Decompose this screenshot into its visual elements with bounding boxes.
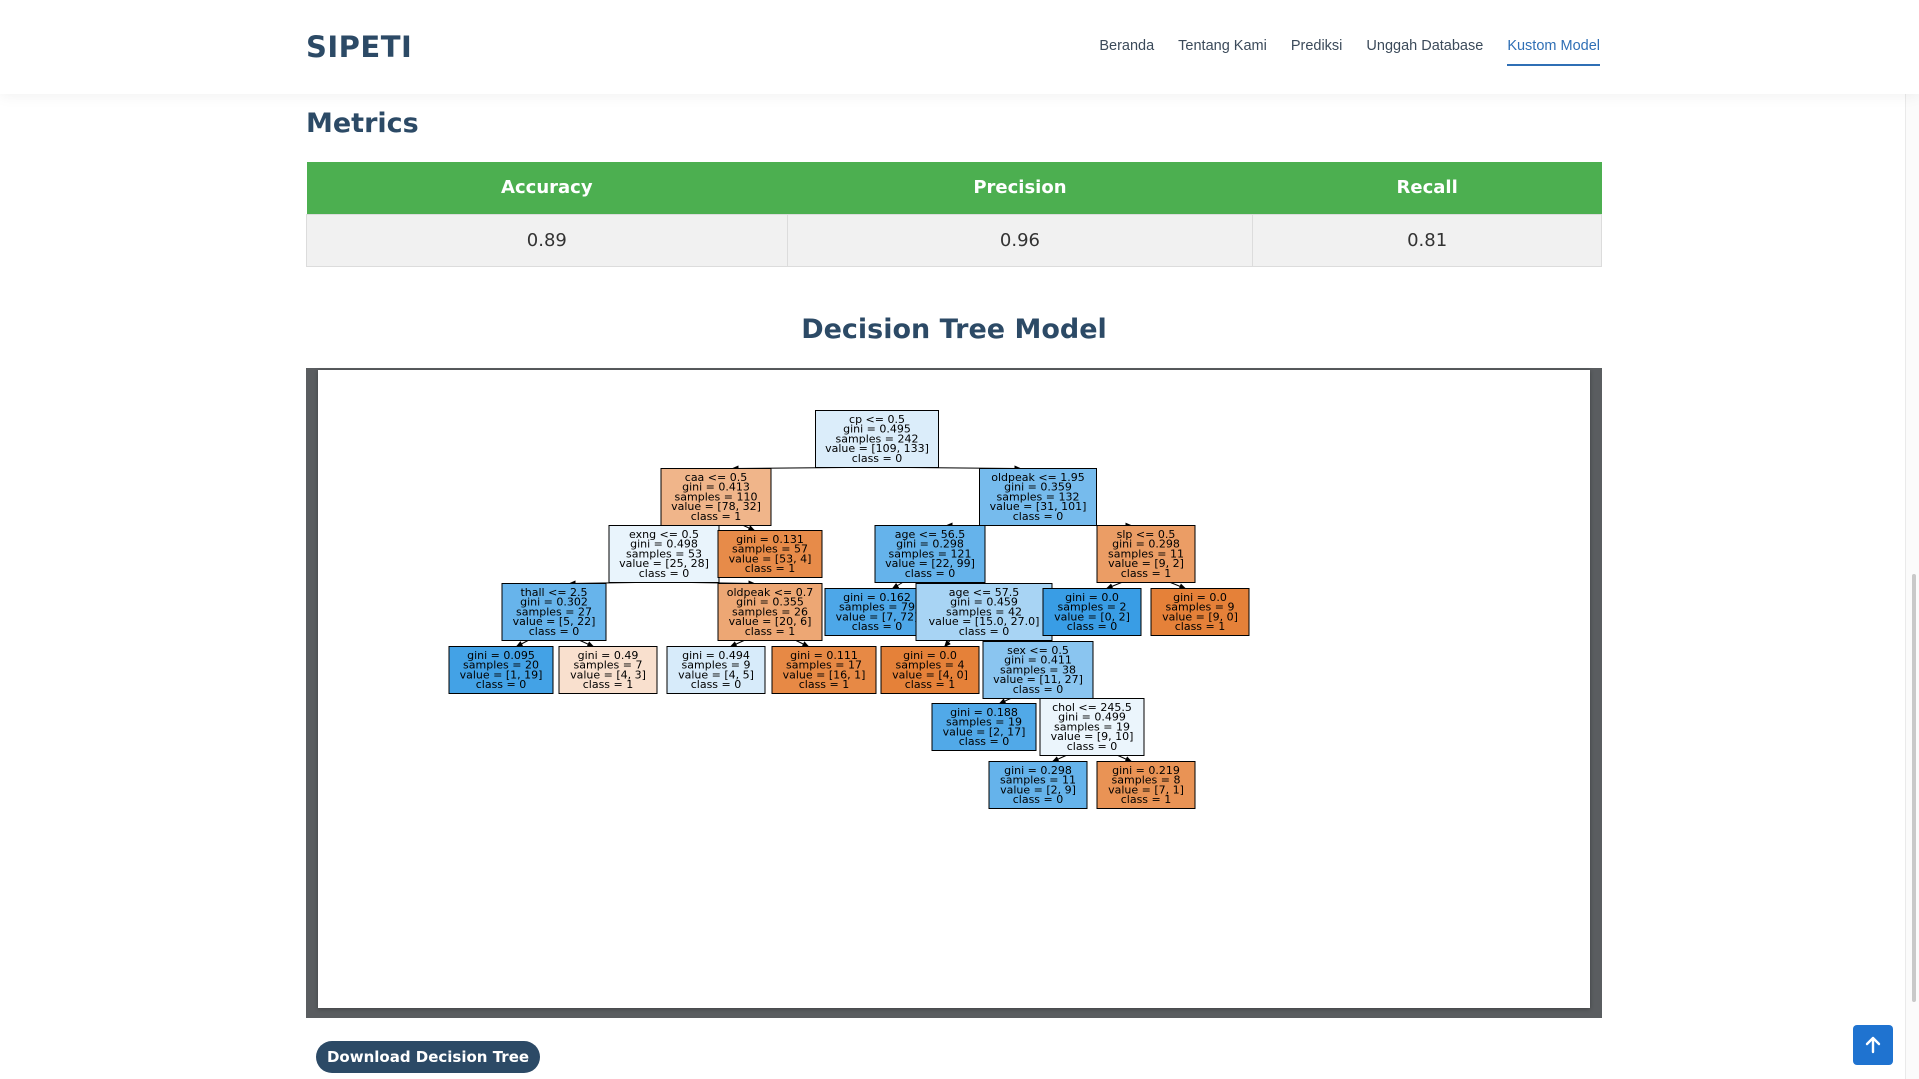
decision-tree-diagram: cp <= 0.5gini = 0.495samples = 242value … (448, 410, 1250, 809)
tree-node-text: class = 1 (745, 562, 796, 575)
tree-node-text: class = 0 (852, 620, 903, 633)
arrow-up-icon (1865, 1036, 1881, 1054)
page: SIPETI Beranda Tentang Kami Prediksi Ung… (0, 0, 1919, 1079)
tree-node-n10: age <= 57.5gini = 0.459samples = 42value… (915, 583, 1053, 641)
tree-node-n5: age <= 56.5gini = 0.298samples = 121valu… (874, 525, 986, 583)
nav-item-prediksi[interactable]: Prediksi (1291, 38, 1343, 66)
tree-node-text: class = 0 (639, 567, 690, 580)
main-nav: Beranda Tentang Kami Prediksi Unggah Dat… (1099, 38, 1600, 66)
tree-node-text: class = 0 (1013, 793, 1064, 806)
metrics-value-row: 0.89 0.96 0.81 (306, 213, 1602, 267)
scrollbar-thumb[interactable] (1912, 574, 1916, 1002)
metrics-value-accuracy: 0.89 (306, 213, 788, 267)
tree-node-n0: cp <= 0.5gini = 0.495samples = 242value … (815, 410, 939, 468)
tree-node-n19: gini = 0.188samples = 19value = [2, 17]c… (931, 703, 1037, 751)
metrics-header-accuracy: Accuracy (306, 162, 788, 214)
tree-edge (1117, 755, 1133, 762)
tree-edge (795, 640, 810, 647)
nav-item-beranda[interactable]: Beranda (1099, 38, 1154, 66)
decision-tree-frame: cp <= 0.5 gini = 0.495 samples = 242 value … (306, 368, 1602, 1018)
back-to-top-button[interactable] (1853, 1025, 1893, 1065)
decision-tree-title: Decision Tree Model (801, 314, 1107, 345)
nav-item-tentang-kami[interactable]: Tentang Kami (1178, 38, 1267, 66)
tree-node-n12: gini = 0.0samples = 9value = [9, 0]class… (1150, 588, 1250, 636)
tree-node-text: class = 0 (852, 452, 903, 465)
tree-edge (743, 525, 756, 531)
download-decision-tree-button[interactable]: Download Decision Tree (316, 1041, 540, 1073)
tree-node-n18: sex <= 0.5gini = 0.411samples = 38value … (982, 641, 1094, 699)
page-scrollbar[interactable] (1905, 0, 1919, 1079)
site-logo[interactable]: SIPETI (306, 30, 412, 64)
tree-edge (1051, 755, 1067, 762)
tree-node-n8: oldpeak <= 0.7gini = 0.355samples = 26va… (717, 583, 823, 641)
decision-tree-image: cp <= 0.5 gini = 0.495 samples = 242 value … (318, 370, 1590, 1008)
tree-node-n11: gini = 0.0samples = 2value = [0, 2]class… (1042, 588, 1142, 636)
tree-node-text: class = 0 (959, 735, 1010, 748)
tree-node-n16: gini = 0.111samples = 17value = [16, 1]c… (771, 646, 877, 694)
tree-node-n13: gini = 0.095samples = 20value = [1, 19]c… (448, 646, 554, 694)
tree-node-n2: oldpeak <= 1.95gini = 0.359samples = 132… (979, 468, 1097, 526)
metrics-header-precision: Precision (787, 162, 1253, 214)
tree-node-text: class = 0 (1067, 620, 1118, 633)
tree-nodes: cp <= 0.5gini = 0.495samples = 242value … (448, 410, 1250, 809)
tree-edge (998, 698, 1011, 704)
tree-node-n21: gini = 0.298samples = 11value = [2, 9]cl… (988, 761, 1088, 809)
tree-node-text: class = 0 (476, 678, 527, 691)
tree-edge (1105, 582, 1122, 590)
tree-node-n7: thall <= 2.5gini = 0.302samples = 27valu… (501, 583, 607, 641)
tree-edge (579, 640, 595, 647)
metrics-title: Metrics (306, 108, 419, 139)
tree-node-n3: exng <= 0.5gini = 0.498samples = 53value… (608, 525, 720, 583)
top-navbar: SIPETI Beranda Tentang Kami Prediksi Ung… (0, 0, 1919, 94)
tree-node-n17: gini = 0.0samples = 4value = [4, 0]class… (880, 646, 980, 694)
tree-node-text: class = 1 (583, 678, 634, 691)
tree-edge (1170, 582, 1187, 590)
tree-node-text: class = 0 (691, 678, 742, 691)
tree-node-n15: gini = 0.494samples = 9value = [4, 5]cla… (666, 646, 766, 694)
tree-node-text: class = 0 (529, 625, 580, 638)
tree-node-text: class = 1 (905, 678, 956, 691)
tree-node-text: class = 1 (1121, 567, 1172, 580)
tree-node-text: class = 0 (1067, 740, 1118, 753)
tree-node-text: class = 1 (691, 510, 742, 523)
metrics-header-row: Accuracy Precision Recall (306, 162, 1602, 214)
tree-edge (515, 640, 529, 647)
tree-node-n9: gini = 0.162samples = 79value = [7, 72]c… (824, 588, 930, 636)
tree-node-n1: caa <= 0.5gini = 0.413samples = 110value… (660, 468, 772, 526)
tree-node-n20: chol <= 245.5gini = 0.499samples = 19val… (1039, 698, 1145, 756)
metrics-value-recall: 0.81 (1252, 213, 1602, 267)
nav-item-unggah-database[interactable]: Unggah Database (1366, 38, 1483, 66)
tree-node-text: class = 0 (1013, 683, 1064, 696)
tree-node-text: class = 0 (1013, 510, 1064, 523)
tree-edge (944, 640, 951, 648)
tree-node-n14: gini = 0.49samples = 7value = [4, 3]clas… (558, 646, 658, 694)
tree-edge (729, 640, 745, 647)
tree-node-text: class = 0 (959, 625, 1010, 638)
tree-node-text: class = 1 (799, 678, 850, 691)
tree-node-n6: slp <= 0.5gini = 0.298samples = 11value … (1096, 525, 1196, 583)
metrics-header-recall: Recall (1252, 162, 1602, 214)
tree-node-n22: gini = 0.219samples = 8value = [7, 1]cla… (1096, 761, 1196, 809)
tree-node-n4: gini = 0.131samples = 57value = [53, 4]c… (717, 530, 823, 578)
tree-edge (891, 582, 903, 590)
nav-item-kustom-model[interactable]: Kustom Model (1507, 38, 1600, 66)
tree-node-text: class = 1 (1121, 793, 1172, 806)
metrics-table: Accuracy Precision Recall 0.89 0.96 0.81 (306, 162, 1602, 267)
tree-node-text: class = 1 (1175, 620, 1226, 633)
tree-node-text: class = 1 (745, 625, 796, 638)
metrics-value-precision: 0.96 (786, 213, 1254, 267)
tree-node-text: class = 0 (905, 567, 956, 580)
